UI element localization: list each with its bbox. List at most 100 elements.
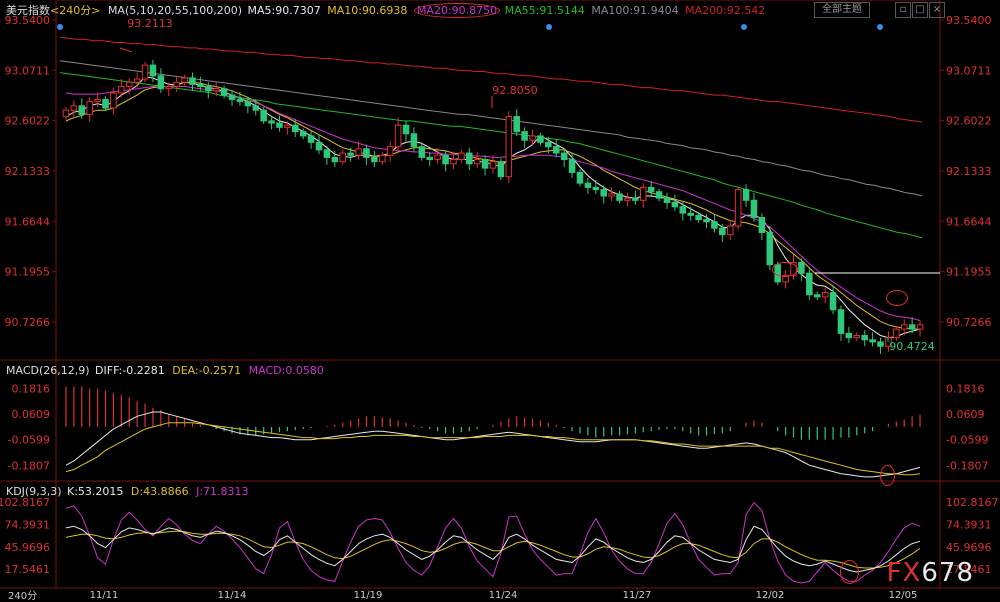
candle-body: [608, 193, 615, 197]
ma-params: MA(5,10,20,55,100,200): [107, 4, 242, 17]
candle-body: [853, 335, 861, 339]
candle-body: [125, 81, 133, 88]
ma200-value: MA200:92.542: [685, 4, 766, 17]
candle-body: [284, 124, 291, 128]
candle-body: [473, 159, 481, 165]
candle-body: [94, 98, 101, 103]
window-maximize-icon[interactable]: □: [912, 2, 928, 18]
candle-body: [386, 146, 394, 156]
candle-body: [220, 88, 228, 96]
chart-canvas[interactable]: 93.5400 93.540093.0711 93.071192.6022 92.60…: [0, 0, 1000, 602]
candle-body: [655, 191, 663, 199]
y-tick-label: 17.5461: [5, 563, 51, 576]
y-tick-label: 90.7266: [946, 316, 992, 329]
candle-body: [141, 64, 149, 80]
dea-line: [65, 422, 921, 476]
y-tick-label: 91.6644: [946, 215, 992, 228]
candle-body: [118, 86, 125, 94]
y-tick-label: -0.0599: [946, 434, 988, 447]
candle-body: [323, 149, 331, 158]
candle-body: [750, 199, 758, 218]
candle-body: [197, 83, 204, 88]
price-annotation: 92.8050: [492, 84, 538, 97]
ma5-value: MA5:90.7307: [247, 4, 321, 17]
candle-body: [861, 335, 868, 341]
candle-body: [268, 120, 275, 124]
candle-body: [86, 101, 93, 115]
candle-body: [315, 141, 323, 151]
candle-body: [545, 141, 552, 148]
candle-body: [671, 201, 679, 208]
candle-body: [679, 206, 687, 214]
candle-body: [228, 94, 236, 100]
y-tick-label: 0.1816: [946, 382, 985, 395]
y-tick-label: 0.0609: [946, 408, 985, 421]
candle-body: [521, 131, 528, 141]
j-line: [65, 501, 921, 584]
y-tick-label: 0.1816: [12, 382, 51, 395]
price-annotation: 90.4724: [889, 340, 935, 353]
candle-body: [813, 294, 821, 298]
candle-body: [758, 216, 766, 234]
ma-line: [65, 76, 921, 339]
diff-line: [65, 411, 921, 478]
candle-body: [821, 292, 829, 298]
candle-body: [806, 272, 813, 296]
candle-body: [624, 197, 631, 201]
window-restore-icon[interactable]: ▫: [895, 2, 911, 18]
candle-body: [189, 77, 196, 85]
candle-body: [537, 135, 544, 143]
candle-body: [845, 332, 853, 339]
ma-line: [65, 81, 920, 330]
candle-body: [916, 324, 924, 330]
candle-body: [394, 124, 402, 148]
footer-period[interactable]: 240分: [8, 587, 37, 602]
candle-body: [347, 152, 354, 156]
close-icon[interactable]: ×: [929, 2, 945, 18]
candle-body: [893, 328, 900, 339]
candle-body: [181, 77, 188, 83]
candle-body: [489, 161, 497, 169]
candle-body: [426, 156, 434, 161]
candle-body: [157, 75, 165, 90]
main-legend: 美元指数<240分> MA(5,10,20,55,100,200) MA5:90…: [6, 2, 765, 18]
candle-body: [576, 171, 584, 184]
symbol-name[interactable]: 美元指数: [6, 4, 50, 17]
candle-body: [212, 88, 220, 92]
y-tick-label: 0.0609: [12, 408, 51, 421]
candle-body: [592, 186, 600, 191]
x-tick-label: 12/05: [889, 590, 918, 601]
candle-body: [78, 105, 86, 115]
candle-body: [869, 339, 876, 343]
x-tick-label: 11/19: [354, 590, 383, 601]
candle-body: [371, 156, 378, 163]
y-tick-label: 102.8167: [0, 496, 50, 509]
candle-body: [616, 193, 623, 201]
candle-body: [466, 152, 473, 165]
candle-body: [513, 116, 520, 133]
event-marker: [741, 24, 747, 30]
x-tick-label: 11/24: [489, 590, 518, 601]
candle-body: [244, 101, 252, 107]
macd-params: MACD(26,12,9): [6, 364, 90, 377]
candle-body: [149, 64, 157, 77]
candle-body: [205, 86, 212, 92]
kdj-legend: KDJ(9,3,3) K:53.2015 D:43.8866 J:71.8313: [6, 485, 249, 498]
period-label[interactable]: <240分>: [50, 4, 100, 17]
y-tick-label: 74.3931: [5, 518, 51, 531]
y-tick-label: 102.8167: [946, 496, 999, 509]
d-line: [65, 530, 921, 569]
candle-body: [307, 135, 315, 143]
theme-button[interactable]: 全部主题: [814, 2, 870, 18]
candle-body: [450, 159, 457, 165]
candle-body: [165, 86, 173, 90]
y-tick-label: 90.7266: [5, 316, 51, 329]
y-tick-label: 45.9696: [5, 541, 51, 554]
k-value: K:53.2015: [67, 485, 124, 498]
candle-body: [62, 109, 70, 118]
candle-body: [355, 148, 362, 156]
kdj-params: KDJ(9,3,3): [6, 485, 62, 498]
x-tick-label: 12/02: [756, 590, 785, 601]
annotation-circle: [772, 262, 798, 277]
candle-body: [379, 154, 386, 163]
